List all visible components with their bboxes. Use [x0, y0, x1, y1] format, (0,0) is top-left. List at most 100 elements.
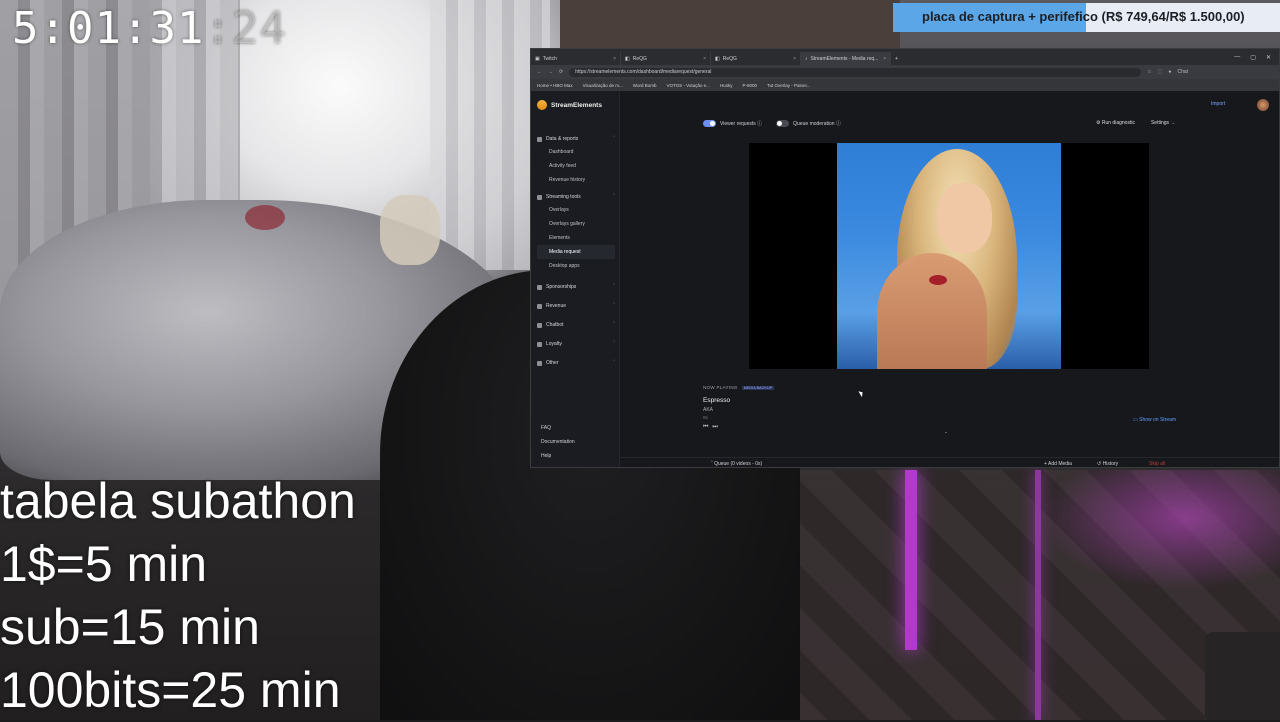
bookmark-item[interactable]: Tut Overlay - Painei...: [767, 83, 810, 88]
tab-reqg-1[interactable]: ◧ ReQG ×: [621, 52, 711, 65]
sidebar-item-media-request[interactable]: Media request: [537, 245, 615, 259]
queue-toggle[interactable]: ˆ Queue (0 videos - 0s): [711, 461, 762, 467]
group-label: Revenue: [546, 303, 567, 309]
skip-icon[interactable]: ⏭: [712, 424, 721, 430]
tab-reqg-2[interactable]: ◧ ReQG ×: [711, 52, 801, 65]
history-button[interactable]: ↺ History: [1097, 461, 1118, 467]
red-object: [245, 205, 285, 230]
tab-bar: ▣ Twitch × ◧ ReQG × ◧ ReQG × ♪ StreamElements -…: [531, 49, 1279, 65]
sidebar-nav: Data & reports ˆ Dashboard Activity feed …: [537, 129, 615, 369]
money-icon: [537, 303, 542, 309]
queue-moderation-toggle[interactable]: Queue moderation ⓘ: [776, 120, 841, 128]
window-controls: — ▢ ✕: [1226, 54, 1279, 61]
playback-controls: ⏮⏭: [703, 424, 774, 431]
arrow-right-icon: →: [1170, 120, 1176, 126]
sidebar-item-elements[interactable]: Elements: [537, 231, 615, 245]
toggle-switch-on[interactable]: [703, 120, 716, 128]
run-diagnostic-button[interactable]: ⚙ Run diagnostic: [1096, 120, 1135, 126]
group-label: Streaming tools: [546, 194, 581, 200]
info-icon: ⓘ: [835, 121, 841, 127]
new-tab-button[interactable]: +: [891, 52, 907, 65]
brand-logo[interactable]: StreamElements: [537, 100, 602, 110]
chevron-up-icon[interactable]: ˆ: [945, 433, 947, 439]
tab-label: ReQG: [632, 55, 647, 62]
subathon-line: 100bits=25 min: [0, 662, 341, 718]
track-time: 0s: [703, 415, 708, 420]
tab-label: Twitch: [542, 55, 557, 62]
close-icon[interactable]: ×: [703, 56, 706, 62]
button-label: History: [1102, 461, 1119, 467]
minimize-icon[interactable]: —: [1234, 54, 1240, 61]
bookmark-item[interactable]: Husky: [720, 83, 733, 88]
chart-icon: [537, 136, 542, 142]
sidebar-group-data-reports[interactable]: Data & reports ˆ: [537, 133, 615, 145]
sidebar-item-activity-feed[interactable]: Activity feed: [537, 159, 615, 173]
extensions-icon[interactable]: ⬚: [1158, 69, 1163, 75]
toggle-label: Viewer requests: [720, 121, 756, 127]
sidebar-group-loyalty[interactable]: Loyalty ˇ: [537, 338, 615, 350]
add-media-button[interactable]: + Add Media: [1044, 461, 1072, 467]
bookmark-item[interactable]: VOTOS - Votação e...: [666, 83, 709, 88]
close-icon[interactable]: ×: [793, 56, 796, 62]
bookmark-item[interactable]: P-8000: [742, 83, 757, 88]
bookmarks-bar: Home • HBO Max Visualização de m... Word…: [531, 79, 1279, 91]
sidebar-group-sponsorships[interactable]: Sponsorships ˇ: [537, 281, 615, 293]
sidebar-group-streaming-tools[interactable]: Streaming tools ˆ: [537, 191, 615, 203]
chat-icon: [537, 322, 542, 328]
sidebar-item-help[interactable]: Help: [537, 449, 615, 463]
button-label: Show on Stream: [1139, 417, 1177, 423]
forward-icon[interactable]: →: [548, 69, 553, 75]
tab-twitch[interactable]: ▣ Twitch ×: [531, 52, 621, 65]
skip-all-button[interactable]: Skip all: [1149, 461, 1165, 467]
settings-button[interactable]: Settings →: [1151, 120, 1175, 126]
sidebar-item-revenue-history[interactable]: Revenue history: [537, 173, 615, 187]
close-window-icon[interactable]: ✕: [1266, 54, 1271, 61]
page-icon: ◧: [715, 55, 720, 62]
group-label: Data & reports: [546, 136, 579, 142]
video-player[interactable]: [749, 143, 1149, 369]
import-button[interactable]: Import: [1211, 101, 1225, 107]
bookmark-item[interactable]: Visualização de m...: [583, 83, 623, 88]
tab-streamelements[interactable]: ♪ StreamElements - Media req... ×: [801, 52, 891, 65]
queue-label: Queue (0 videos - 0s): [714, 461, 763, 467]
now-playing-label: NOW PLAYING: [703, 385, 738, 390]
donation-goal-bar: placa de captura + perifefico (R$ 749,64…: [893, 3, 1280, 32]
reload-icon[interactable]: ⟳: [559, 69, 563, 75]
speaker-icon: ♪: [805, 55, 808, 62]
show-on-stream-button[interactable]: ▭ Show on Stream: [1133, 417, 1176, 423]
sidebar-item-desktop-apps[interactable]: Desktop apps: [537, 259, 615, 273]
chevron-down-icon: ˇ: [613, 341, 615, 347]
subathon-timer: 5:01:31:24: [12, 3, 287, 54]
viewer-requests-toggle[interactable]: Viewer requests ⓘ: [703, 120, 762, 128]
sidebar-item-overlays[interactable]: Overlays: [537, 203, 615, 217]
chevron-down-icon: ˇ: [613, 322, 615, 328]
sidebar-item-overlays-gallery[interactable]: Overlays gallery: [537, 217, 615, 231]
star-icon[interactable]: ☆: [1147, 69, 1151, 75]
action-label: Settings: [1150, 120, 1170, 126]
close-icon[interactable]: ×: [613, 56, 616, 62]
sidebar-item-dashboard[interactable]: Dashboard: [537, 145, 615, 159]
sidebar-item-faq[interactable]: FAQ: [537, 421, 615, 435]
maximize-icon[interactable]: ▢: [1250, 54, 1256, 61]
profile-icon[interactable]: ●: [1168, 69, 1171, 75]
sidebar-item-documentation[interactable]: Documentation: [537, 435, 615, 449]
bookmark-item[interactable]: Home • HBO Max: [537, 83, 573, 88]
sidebar-group-chatbot[interactable]: Chatbot ˇ: [537, 319, 615, 331]
close-icon[interactable]: ×: [883, 56, 886, 62]
back-icon[interactable]: ←: [537, 69, 542, 75]
bookmark-item[interactable]: Word Bomb: [633, 83, 657, 88]
chat-button[interactable]: Chat: [1177, 69, 1188, 75]
sidebar-group-other[interactable]: Other ˇ: [537, 357, 615, 369]
chevron-up-icon: ˆ: [613, 194, 615, 200]
subathon-table: tabela subathon 1$=5 min sub=15 min 100b…: [0, 470, 356, 722]
track-title: Espresso: [703, 397, 731, 404]
url-field[interactable]: https://streamelements.com/dashboard/med…: [569, 67, 1142, 77]
streamelements-dashboard: StreamElements Data & reports ˆ Dashboard…: [531, 91, 1279, 467]
track-artist: AKA: [703, 407, 714, 413]
sidebar-group-revenue[interactable]: Revenue ˇ: [537, 300, 615, 312]
page-icon: ◧: [625, 55, 630, 62]
toggle-switch-off[interactable]: [776, 120, 790, 128]
previous-icon[interactable]: ⏮: [703, 424, 712, 430]
footer-label: Documentation: [541, 439, 575, 445]
avatar[interactable]: [1257, 99, 1269, 111]
